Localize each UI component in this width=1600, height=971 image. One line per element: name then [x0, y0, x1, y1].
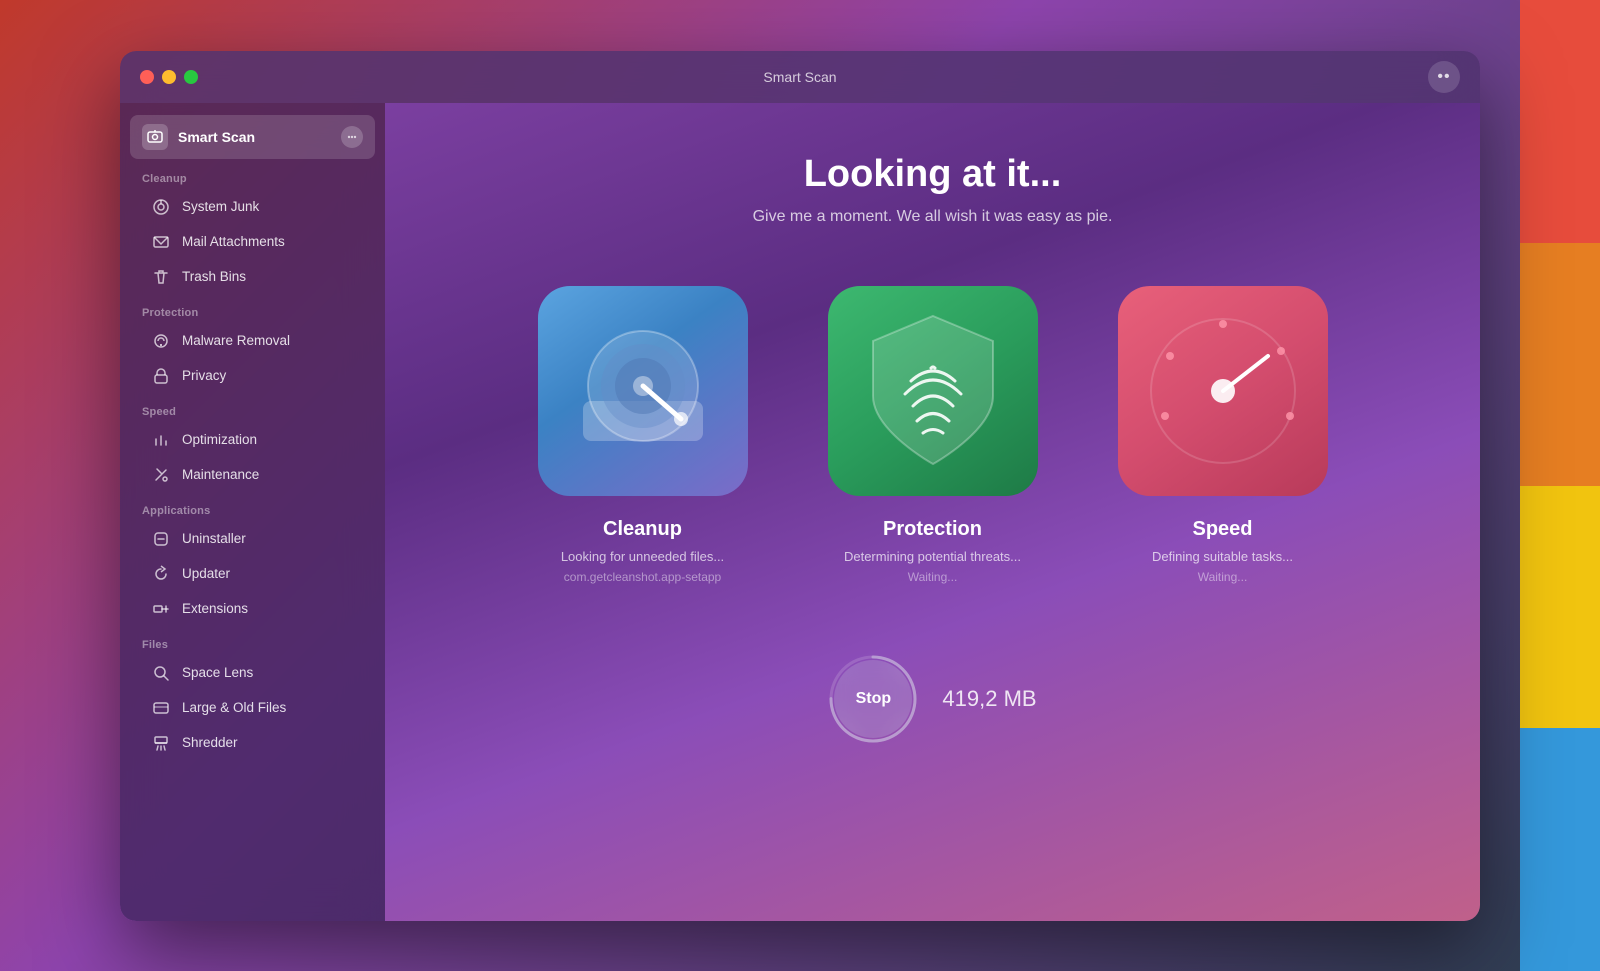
main-subtitle: Give me a moment. We all wish it was eas… — [753, 208, 1113, 226]
sidebar-item-uninstaller[interactable]: Uninstaller — [130, 522, 375, 556]
shredder-icon — [152, 734, 172, 752]
hdd-svg — [563, 311, 723, 471]
window-body: Smart Scan Cleanup — [120, 103, 1480, 921]
space-lens-icon — [152, 664, 172, 682]
cleanup-card: Cleanup Looking for unneeded files... co… — [528, 286, 758, 584]
main-heading: Looking at it... — [804, 153, 1062, 196]
cleanup-card-status: Looking for unneeded files... — [561, 549, 724, 564]
section-speed: Speed — [120, 394, 385, 422]
sidebar-item-shredder[interactable]: Shredder — [130, 726, 375, 760]
sidebar-item-maintenance[interactable]: Maintenance — [130, 458, 375, 492]
sidebar-item-malware-removal[interactable]: Malware Removal — [130, 324, 375, 358]
menu-button[interactable]: •• — [1428, 61, 1460, 93]
protection-card-status: Determining potential threats... — [844, 549, 1021, 564]
section-protection: Protection — [120, 295, 385, 323]
scan-size: 419,2 MB — [942, 686, 1036, 712]
sidebar-item-trash-bins[interactable]: Trash Bins — [130, 260, 375, 294]
maintenance-label: Maintenance — [182, 467, 259, 482]
optimization-icon — [152, 431, 172, 449]
cleanup-icon-wrapper — [538, 286, 748, 496]
sidebar-item-updater[interactable]: Updater — [130, 557, 375, 591]
uninstaller-label: Uninstaller — [182, 531, 246, 546]
window-controls — [140, 70, 198, 84]
large-files-icon — [152, 699, 172, 717]
background-strips — [1520, 0, 1600, 971]
sidebar-item-space-lens[interactable]: Space Lens — [130, 656, 375, 690]
updater-icon — [152, 565, 172, 583]
speed-card-detail: Waiting... — [1198, 570, 1248, 584]
system-junk-label: System Junk — [182, 199, 259, 214]
trash-bins-label: Trash Bins — [182, 269, 246, 284]
mail-attachments-label: Mail Attachments — [182, 234, 285, 249]
extensions-icon — [152, 600, 172, 618]
cleanup-card-detail: com.getcleanshot.app-setapp — [564, 570, 721, 584]
window-title: Smart Scan — [763, 69, 836, 85]
protection-card-detail: Waiting... — [908, 570, 958, 584]
sidebar-item-extensions[interactable]: Extensions — [130, 592, 375, 626]
sidebar-item-system-junk[interactable]: System Junk — [130, 190, 375, 224]
updater-label: Updater — [182, 566, 230, 581]
cleanup-card-title: Cleanup — [603, 518, 682, 541]
optimization-label: Optimization — [182, 432, 257, 447]
protection-icon-wrapper — [828, 286, 1038, 496]
extensions-label: Extensions — [182, 601, 248, 616]
minimize-button[interactable] — [162, 70, 176, 84]
title-bar: Smart Scan •• — [120, 51, 1480, 103]
close-button[interactable] — [140, 70, 154, 84]
sidebar-item-large-files[interactable]: Large & Old Files — [130, 691, 375, 725]
large-files-label: Large & Old Files — [182, 700, 286, 715]
trash-icon — [152, 268, 172, 286]
privacy-label: Privacy — [182, 368, 226, 383]
sidebar-item-smart-scan[interactable]: Smart Scan — [130, 115, 375, 159]
speed-card: Speed Defining suitable tasks... Waiting… — [1108, 286, 1338, 584]
sidebar-item-mail-attachments[interactable]: Mail Attachments — [130, 225, 375, 259]
mail-icon — [152, 233, 172, 251]
malware-removal-label: Malware Removal — [182, 333, 290, 348]
sidebar-item-privacy[interactable]: Privacy — [130, 359, 375, 393]
stop-button[interactable]: Stop — [834, 660, 912, 738]
protection-card-title: Protection — [883, 518, 982, 541]
uninstaller-icon — [152, 530, 172, 548]
stop-button-wrapper: Stop — [828, 654, 918, 744]
shredder-label: Shredder — [182, 735, 238, 750]
malware-icon — [152, 332, 172, 350]
main-content: Looking at it... Give me a moment. We al… — [385, 103, 1480, 921]
space-lens-label: Space Lens — [182, 665, 253, 680]
section-cleanup: Cleanup — [120, 161, 385, 189]
speed-icon-wrapper — [1118, 286, 1328, 496]
protection-card: Protection Determining potential threats… — [818, 286, 1048, 584]
stop-area: Stop 419,2 MB — [828, 654, 1036, 744]
speed-card-title: Speed — [1192, 518, 1252, 541]
sidebar: Smart Scan Cleanup — [120, 103, 385, 921]
speed-card-status: Defining suitable tasks... — [1152, 549, 1293, 564]
maximize-button[interactable] — [184, 70, 198, 84]
system-junk-icon — [152, 198, 172, 216]
sidebar-item-optimization[interactable]: Optimization — [130, 423, 375, 457]
shield-svg — [853, 306, 1013, 476]
section-applications: Applications — [120, 493, 385, 521]
sidebar-badge — [341, 126, 363, 148]
maintenance-icon — [152, 466, 172, 484]
scan-cards: Cleanup Looking for unneeded files... co… — [528, 286, 1338, 584]
app-window: Smart Scan •• Smart Scan — [120, 51, 1480, 921]
sidebar-active-label: Smart Scan — [178, 129, 255, 145]
section-files: Files — [120, 627, 385, 655]
privacy-icon — [152, 367, 172, 385]
smart-scan-icon — [142, 124, 168, 150]
gauge-svg — [1138, 306, 1308, 476]
